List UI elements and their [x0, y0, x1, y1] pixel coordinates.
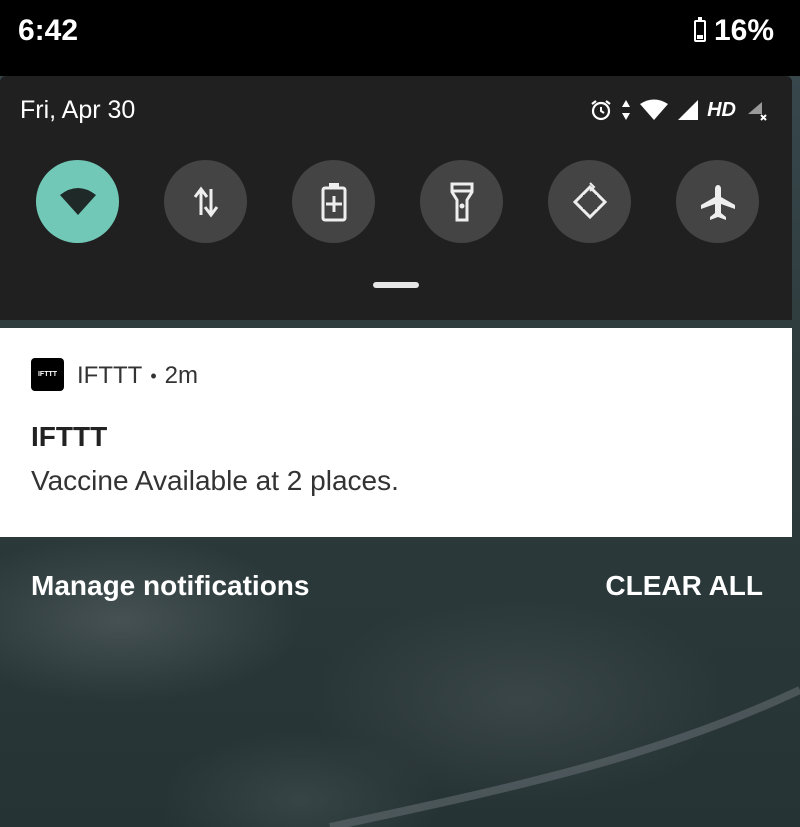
hd-indicator: HD — [707, 98, 736, 121]
signal-no-service-icon — [748, 102, 767, 121]
airplane-icon — [700, 184, 735, 220]
auto-rotate-icon — [572, 181, 607, 219]
qs-drag-handle[interactable] — [373, 282, 419, 288]
signal-icon — [678, 100, 699, 120]
mobile-data-icon — [193, 186, 218, 217]
notification-time: 2m — [164, 362, 198, 389]
battery-icon — [693, 17, 706, 42]
data-activity-icon — [622, 100, 631, 120]
notification-title: IFTTT — [31, 421, 108, 452]
notification-header: IFTTT • 2m — [77, 362, 198, 390]
notification-separator: • — [150, 365, 157, 386]
wifi-status-icon — [640, 99, 669, 120]
tile-wifi[interactable] — [36, 160, 119, 243]
notification-card[interactable] — [0, 328, 792, 537]
status-battery: 16% — [693, 14, 774, 48]
tile-auto-rotate[interactable] — [548, 160, 631, 243]
notification-app-name: IFTTT — [77, 362, 143, 389]
qs-tiles — [36, 160, 759, 243]
quick-settings-panel: Fri, Apr 30 HD — [0, 76, 792, 320]
tile-airplane-mode[interactable] — [676, 160, 759, 243]
status-time: 6:42 — [18, 14, 79, 47]
ifttt-app-icon: IFTTT — [31, 358, 64, 391]
tile-battery-saver[interactable] — [292, 160, 375, 243]
battery-percent: 16% — [713, 14, 774, 47]
notification-text: Vaccine Available at 2 places. — [31, 465, 399, 496]
qs-status-icons: HD — [589, 98, 768, 122]
tile-mobile-data[interactable] — [164, 160, 247, 243]
clear-all-button[interactable]: CLEAR ALL — [605, 570, 763, 602]
alarm-icon — [591, 100, 611, 121]
manage-notifications-button[interactable]: Manage notifications — [31, 570, 309, 602]
flashlight-icon — [450, 182, 473, 221]
wifi-icon — [59, 187, 96, 215]
qs-date[interactable]: Fri, Apr 30 — [20, 96, 135, 125]
battery-saver-icon — [321, 182, 346, 221]
tile-flashlight[interactable] — [420, 160, 503, 243]
status-bar: 6:42 16% — [0, 0, 800, 76]
